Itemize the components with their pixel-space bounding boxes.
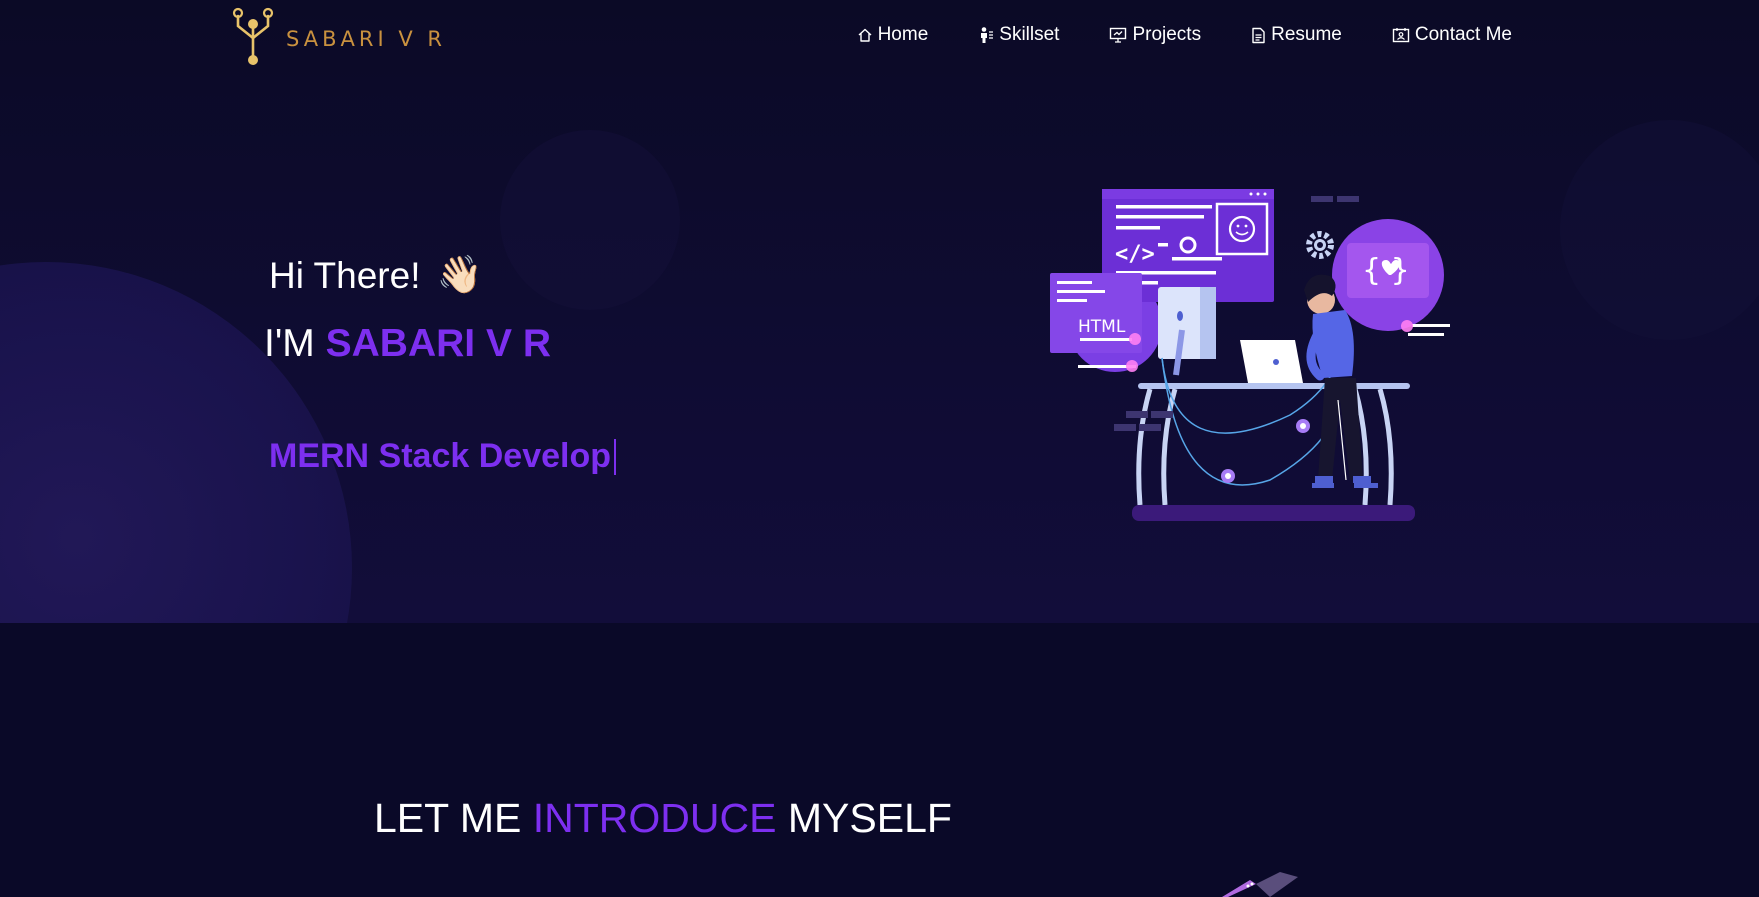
nav-skillset-label: Skillset (999, 24, 1060, 45)
navbar: SABARI V R Home Skillset Projects Resume… (0, 0, 1759, 70)
hero-illustration: </> HTML { } (1040, 180, 1460, 530)
hero-background-blob (1560, 120, 1759, 340)
typing-cursor (614, 438, 616, 475)
presentation-icon (1110, 27, 1127, 43)
hero-intro: I'M SABARI V R (264, 322, 551, 366)
html-tag-text: HTML (1078, 317, 1126, 337)
about-title-highlight: INTRODUCE (532, 795, 777, 841)
waving-hand-icon: 👋🏻 (436, 254, 483, 295)
nav-resume[interactable]: Resume (1251, 22, 1342, 48)
nav-home[interactable]: Home (857, 22, 929, 48)
nav-skillset[interactable]: Skillset (978, 22, 1059, 48)
intro-prefix: I'M (264, 322, 315, 365)
typed-role: MERN Stack Develop (269, 437, 616, 476)
person-icon (981, 27, 994, 43)
nav-contact[interactable]: Contact Me (1392, 22, 1512, 48)
brand-logo[interactable]: SABARI V R (230, 6, 446, 66)
hero-background-blob (500, 130, 680, 310)
hero-name: SABARI V R (325, 322, 551, 365)
hero-greeting: Hi There! 👋🏻 (269, 254, 483, 297)
about-section (0, 623, 1759, 897)
about-title: LET ME INTRODUCE MYSELF (374, 795, 952, 842)
circuit-tree-logo-icon (232, 7, 274, 65)
nav-projects[interactable]: Projects (1109, 22, 1201, 48)
nav-links: Home Skillset Projects Resume Contact Me (857, 22, 1512, 48)
typed-role-text: MERN Stack Develop (269, 437, 611, 475)
hero-section (0, 0, 1759, 623)
nav-contact-label: Contact Me (1414, 24, 1512, 45)
nav-home-label: Home (877, 24, 929, 45)
logo-text: SABARI V R (286, 27, 446, 51)
greeting-text: Hi There! (269, 254, 421, 296)
code-symbol-text: </> (1115, 242, 1155, 267)
document-icon (1252, 27, 1265, 43)
nav-projects-label: Projects (1132, 24, 1202, 45)
contact-card-icon (1392, 28, 1410, 43)
nav-resume-label: Resume (1271, 24, 1342, 45)
about-title-suffix: MYSELF (787, 795, 952, 841)
about-illustration-peek (1220, 872, 1300, 897)
home-icon (858, 28, 872, 42)
about-title-prefix: LET ME (374, 795, 522, 841)
